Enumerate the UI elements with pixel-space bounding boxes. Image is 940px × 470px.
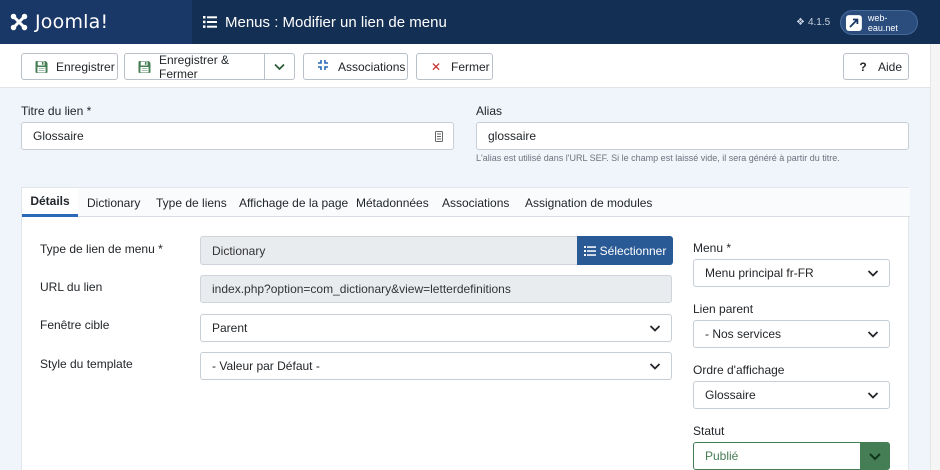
- select-type-button[interactable]: Sélectionner: [577, 236, 673, 265]
- list-icon: [203, 16, 217, 28]
- chevron-down-icon: [649, 325, 661, 332]
- save-options-dropdown[interactable]: [264, 53, 295, 80]
- menu-item-type-field: Dictionary: [200, 236, 578, 265]
- tab-dictionary[interactable]: Dictionary: [87, 188, 140, 217]
- joomla-logo-link[interactable]: Joomla!: [0, 0, 192, 44]
- tab-bar: Détails Dictionary Type de liens Afficha…: [22, 188, 910, 217]
- target-window-value: Parent: [212, 321, 248, 335]
- parent-item-value: - Nos services: [705, 327, 782, 341]
- menu-item-type-value: Dictionary: [212, 243, 266, 258]
- template-style-select[interactable]: - Valeur par Défaut -: [200, 352, 672, 380]
- status-label: Statut: [693, 424, 725, 438]
- site-name: web-eau.net: [867, 12, 898, 33]
- status-select[interactable]: Publié: [693, 442, 861, 470]
- associations-label: Associations: [338, 59, 406, 74]
- version-text: 4.1.5: [807, 16, 831, 28]
- save-close-button[interactable]: 💾︎ Enregistrer & Fermer: [124, 52, 265, 81]
- tab-module-assignment[interactable]: Assignation de modules: [525, 188, 652, 217]
- language-field-icon: [435, 131, 443, 142]
- menu-value: Menu principal fr-FR: [705, 266, 814, 280]
- page-title-text: Menus : Modifier un lien de menu: [225, 13, 447, 31]
- chevron-down-icon: [869, 453, 881, 461]
- parent-item-label: Lien parent: [693, 302, 754, 316]
- status-dropdown-toggle[interactable]: [860, 442, 890, 470]
- associations-button[interactable]: Associations: [303, 53, 408, 80]
- compress-icon: [316, 59, 330, 74]
- question-icon: ?: [859, 59, 867, 74]
- tab-metadata[interactable]: Métadonnées: [356, 188, 429, 217]
- ordering-value: Glossaire: [705, 388, 756, 402]
- chevron-down-icon: [274, 63, 285, 70]
- alias-input[interactable]: glossaire: [476, 122, 909, 150]
- help-button[interactable]: ? Aide: [843, 53, 909, 80]
- save-close-label: Enregistrer & Fermer: [159, 52, 230, 81]
- tab-page-display[interactable]: Affichage de la page: [239, 188, 348, 217]
- alias-label: Alias: [476, 104, 503, 118]
- page-scrollbar[interactable]: [930, 44, 940, 470]
- joomla-small-icon: ❖: [796, 16, 805, 28]
- external-link-icon: [845, 14, 862, 31]
- save-label: Enregistrer: [56, 59, 115, 74]
- target-window-select[interactable]: Parent: [200, 314, 672, 342]
- page-title: Menus : Modifier un lien de menu: [203, 0, 447, 44]
- menu-item-type-label: Type de lien de menu *: [40, 242, 163, 256]
- link-url-field: index.php?option=com_dictionary&view=let…: [200, 275, 672, 303]
- ordering-label: Ordre d'affichage: [693, 363, 785, 377]
- chevron-down-icon: [867, 392, 879, 399]
- title-input[interactable]: Glossaire: [21, 122, 454, 150]
- title-value: Glossaire: [33, 129, 84, 143]
- menu-select[interactable]: Menu principal fr-FR: [693, 259, 890, 287]
- template-style-label: Style du template: [40, 357, 133, 371]
- joomla-logo-icon: [10, 13, 28, 31]
- chevron-down-icon: [867, 331, 879, 338]
- close-label: Fermer: [451, 59, 490, 74]
- select-type-label: Sélectionner: [599, 243, 667, 258]
- list-icon: [583, 245, 596, 256]
- version-badge: ❖ 4.1.5: [796, 0, 830, 44]
- link-url-label: URL du lien: [40, 280, 103, 294]
- ordering-select[interactable]: Glossaire: [693, 381, 890, 409]
- close-button[interactable]: ✕ Fermer: [416, 53, 493, 80]
- target-window-label: Fenêtre cible: [40, 318, 110, 332]
- tab-associations[interactable]: Associations: [442, 188, 509, 217]
- floppy-disk-icon: 💾︎: [34, 59, 50, 74]
- floppy-disk-icon: 💾︎: [137, 59, 153, 74]
- title-label: Titre du lien *: [21, 104, 92, 118]
- chevron-down-icon: [649, 363, 661, 370]
- link-url-value: index.php?option=com_dictionary&view=let…: [212, 282, 511, 296]
- toolbar: 💾︎ Enregistrer 💾︎ Enregistrer & Fermer A…: [0, 44, 940, 88]
- close-icon: ✕: [430, 59, 442, 74]
- site-link[interactable]: web-eau.net: [840, 10, 918, 35]
- chevron-down-icon: [867, 270, 879, 277]
- save-button[interactable]: 💾︎ Enregistrer: [21, 53, 118, 80]
- parent-item-select[interactable]: - Nos services: [693, 320, 890, 348]
- alias-value: glossaire: [488, 129, 537, 143]
- help-label: Aide: [878, 59, 903, 74]
- app-header: Joomla! Menus : Modifier un lien de menu…: [0, 0, 940, 44]
- brand-name: Joomla!: [35, 11, 109, 33]
- alias-hint: L'alias est utilisé dans l'URL SEF. Si l…: [476, 153, 840, 163]
- tab-details[interactable]: Détails: [22, 188, 78, 217]
- tab-link-type[interactable]: Type de liens: [156, 188, 227, 217]
- menu-label: Menu *: [693, 241, 732, 255]
- status-value: Publié: [705, 449, 739, 463]
- template-style-value: - Valeur par Défaut -: [212, 359, 320, 373]
